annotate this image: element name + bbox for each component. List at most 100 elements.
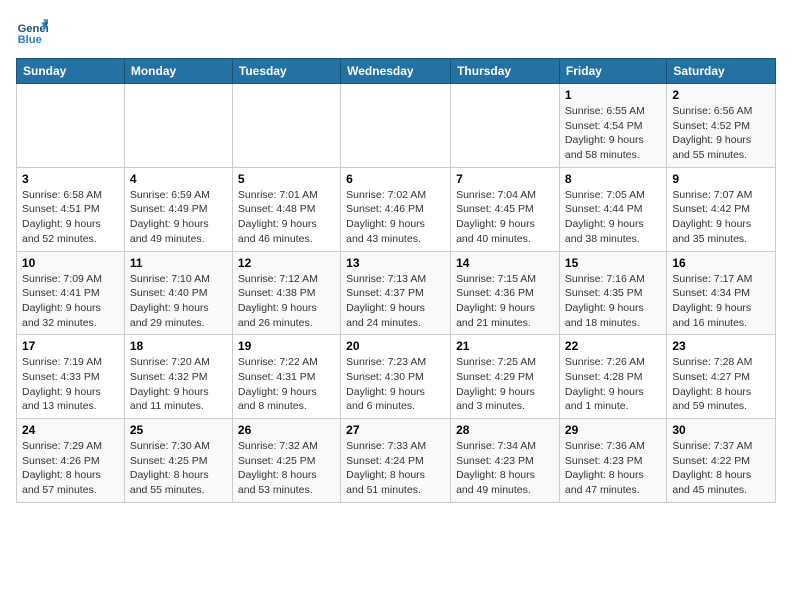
day-number: 26 — [238, 423, 335, 437]
calendar-header-saturday: Saturday — [667, 59, 776, 84]
calendar-cell: 15Sunrise: 7:16 AM Sunset: 4:35 PM Dayli… — [559, 251, 666, 335]
logo: General Blue — [16, 16, 54, 48]
svg-text:Blue: Blue — [18, 34, 42, 46]
calendar-header-tuesday: Tuesday — [232, 59, 340, 84]
day-info: Sunrise: 7:16 AM Sunset: 4:35 PM Dayligh… — [565, 272, 661, 331]
day-number: 12 — [238, 256, 335, 270]
day-info: Sunrise: 7:19 AM Sunset: 4:33 PM Dayligh… — [22, 355, 119, 414]
calendar-cell: 2 Sunrise: 6:56 AM Sunset: 4:52 PM Daylig… — [667, 84, 776, 168]
calendar-cell: 24 Sunrise: 7:29 AM Sunset: 4:26 PM Dayli… — [17, 419, 125, 503]
day-number: 16 — [672, 256, 770, 270]
day-info: Sunrise: 6:55 AM Sunset: 4:54 PM Dayligh… — [565, 104, 661, 163]
calendar-cell: 12 Sunrise: 7:12 AM Sunset: 4:38 PM Dayli… — [232, 251, 340, 335]
calendar-cell: 13Sunrise: 7:13 AM Sunset: 4:37 PM Dayli… — [341, 251, 451, 335]
day-number: 23 — [672, 339, 770, 353]
day-info: Sunrise: 7:34 AM Sunset: 4:23 PM Dayligh… — [456, 439, 554, 498]
calendar-cell — [124, 84, 232, 168]
day-info: Sunrise: 6:59 AM Sunset: 4:49 PM Dayligh… — [130, 188, 227, 247]
calendar-week-row: 24 Sunrise: 7:29 AM Sunset: 4:26 PM Dayli… — [17, 419, 776, 503]
day-info: Sunrise: 7:29 AM Sunset: 4:26 PM Dayligh… — [22, 439, 119, 498]
day-info: Sunrise: 7:20 AM Sunset: 4:32 PM Dayligh… — [130, 355, 227, 414]
day-number: 7 — [456, 172, 554, 186]
day-info: Sunrise: 7:17 AM Sunset: 4:34 PM Dayligh… — [672, 272, 770, 331]
day-number: 24 — [22, 423, 119, 437]
day-info: Sunrise: 7:07 AM Sunset: 4:42 PM Dayligh… — [672, 188, 770, 247]
calendar-cell: 11 Sunrise: 7:10 AM Sunset: 4:40 PM Dayli… — [124, 251, 232, 335]
day-info: Sunrise: 7:36 AM Sunset: 4:23 PM Dayligh… — [565, 439, 661, 498]
calendar-cell: 17Sunrise: 7:19 AM Sunset: 4:33 PM Dayli… — [17, 335, 125, 419]
calendar-week-row: 3Sunrise: 6:58 AM Sunset: 4:51 PM Daylig… — [17, 167, 776, 251]
calendar-cell: 28 Sunrise: 7:34 AM Sunset: 4:23 PM Dayli… — [451, 419, 560, 503]
calendar-cell: 8Sunrise: 7:05 AM Sunset: 4:44 PM Daylig… — [559, 167, 666, 251]
calendar-cell: 18 Sunrise: 7:20 AM Sunset: 4:32 PM Dayli… — [124, 335, 232, 419]
day-info: Sunrise: 7:28 AM Sunset: 4:27 PM Dayligh… — [672, 355, 770, 414]
calendar-cell: 22 Sunrise: 7:26 AM Sunset: 4:28 PM Dayli… — [559, 335, 666, 419]
day-number: 13 — [346, 256, 445, 270]
calendar-cell: 3Sunrise: 6:58 AM Sunset: 4:51 PM Daylig… — [17, 167, 125, 251]
calendar-cell: 4 Sunrise: 6:59 AM Sunset: 4:49 PM Daylig… — [124, 167, 232, 251]
calendar-cell: 7 Sunrise: 7:04 AM Sunset: 4:45 PM Daylig… — [451, 167, 560, 251]
day-number: 2 — [672, 88, 770, 102]
day-info: Sunrise: 7:33 AM Sunset: 4:24 PM Dayligh… — [346, 439, 445, 498]
day-number: 27 — [346, 423, 445, 437]
calendar-header-friday: Friday — [559, 59, 666, 84]
calendar-cell: 30Sunrise: 7:37 AM Sunset: 4:22 PM Dayli… — [667, 419, 776, 503]
day-number: 6 — [346, 172, 445, 186]
calendar-cell — [232, 84, 340, 168]
day-info: Sunrise: 7:26 AM Sunset: 4:28 PM Dayligh… — [565, 355, 661, 414]
calendar-week-row: 1 Sunrise: 6:55 AM Sunset: 4:54 PM Daylig… — [17, 84, 776, 168]
day-number: 4 — [130, 172, 227, 186]
calendar-cell: 25Sunrise: 7:30 AM Sunset: 4:25 PM Dayli… — [124, 419, 232, 503]
calendar-header-wednesday: Wednesday — [341, 59, 451, 84]
day-info: Sunrise: 7:04 AM Sunset: 4:45 PM Dayligh… — [456, 188, 554, 247]
day-info: Sunrise: 7:05 AM Sunset: 4:44 PM Dayligh… — [565, 188, 661, 247]
calendar-table: SundayMondayTuesdayWednesdayThursdayFrid… — [16, 58, 776, 503]
day-info: Sunrise: 7:15 AM Sunset: 4:36 PM Dayligh… — [456, 272, 554, 331]
day-info: Sunrise: 7:01 AM Sunset: 4:48 PM Dayligh… — [238, 188, 335, 247]
calendar-cell: 16 Sunrise: 7:17 AM Sunset: 4:34 PM Dayli… — [667, 251, 776, 335]
day-info: Sunrise: 7:32 AM Sunset: 4:25 PM Dayligh… — [238, 439, 335, 498]
calendar-cell: 21Sunrise: 7:25 AM Sunset: 4:29 PM Dayli… — [451, 335, 560, 419]
day-number: 3 — [22, 172, 119, 186]
calendar-header-sunday: Sunday — [17, 59, 125, 84]
header: General Blue — [16, 16, 776, 48]
day-number: 18 — [130, 339, 227, 353]
calendar-cell: 5 Sunrise: 7:01 AM Sunset: 4:48 PM Daylig… — [232, 167, 340, 251]
calendar-week-row: 17Sunrise: 7:19 AM Sunset: 4:33 PM Dayli… — [17, 335, 776, 419]
day-number: 21 — [456, 339, 554, 353]
day-number: 29 — [565, 423, 661, 437]
calendar-cell — [17, 84, 125, 168]
day-info: Sunrise: 7:30 AM Sunset: 4:25 PM Dayligh… — [130, 439, 227, 498]
day-info: Sunrise: 7:22 AM Sunset: 4:31 PM Dayligh… — [238, 355, 335, 414]
day-number: 22 — [565, 339, 661, 353]
day-number: 5 — [238, 172, 335, 186]
day-info: Sunrise: 7:09 AM Sunset: 4:41 PM Dayligh… — [22, 272, 119, 331]
day-number: 1 — [565, 88, 661, 102]
day-number: 14 — [456, 256, 554, 270]
calendar-cell: 10Sunrise: 7:09 AM Sunset: 4:41 PM Dayli… — [17, 251, 125, 335]
day-number: 9 — [672, 172, 770, 186]
calendar-cell: 9 Sunrise: 7:07 AM Sunset: 4:42 PM Daylig… — [667, 167, 776, 251]
day-info: Sunrise: 7:37 AM Sunset: 4:22 PM Dayligh… — [672, 439, 770, 498]
calendar-cell: 1 Sunrise: 6:55 AM Sunset: 4:54 PM Daylig… — [559, 84, 666, 168]
day-number: 11 — [130, 256, 227, 270]
calendar-cell — [451, 84, 560, 168]
day-info: Sunrise: 7:23 AM Sunset: 4:30 PM Dayligh… — [346, 355, 445, 414]
day-info: Sunrise: 7:02 AM Sunset: 4:46 PM Dayligh… — [346, 188, 445, 247]
day-number: 28 — [456, 423, 554, 437]
day-number: 20 — [346, 339, 445, 353]
calendar-header-thursday: Thursday — [451, 59, 560, 84]
calendar-cell: 19 Sunrise: 7:22 AM Sunset: 4:31 PM Dayli… — [232, 335, 340, 419]
calendar-cell: 14 Sunrise: 7:15 AM Sunset: 4:36 PM Dayli… — [451, 251, 560, 335]
page: General Blue SundayMondayTuesdayWednesda… — [0, 0, 792, 612]
calendar-cell — [341, 84, 451, 168]
calendar-cell: 20 Sunrise: 7:23 AM Sunset: 4:30 PM Dayli… — [341, 335, 451, 419]
calendar-header-monday: Monday — [124, 59, 232, 84]
day-info: Sunrise: 7:10 AM Sunset: 4:40 PM Dayligh… — [130, 272, 227, 331]
day-info: Sunrise: 7:12 AM Sunset: 4:38 PM Dayligh… — [238, 272, 335, 331]
calendar-cell: 29 Sunrise: 7:36 AM Sunset: 4:23 PM Dayli… — [559, 419, 666, 503]
day-info: Sunrise: 6:56 AM Sunset: 4:52 PM Dayligh… — [672, 104, 770, 163]
day-number: 19 — [238, 339, 335, 353]
calendar-cell: 26 Sunrise: 7:32 AM Sunset: 4:25 PM Dayli… — [232, 419, 340, 503]
calendar-header-row: SundayMondayTuesdayWednesdayThursdayFrid… — [17, 59, 776, 84]
